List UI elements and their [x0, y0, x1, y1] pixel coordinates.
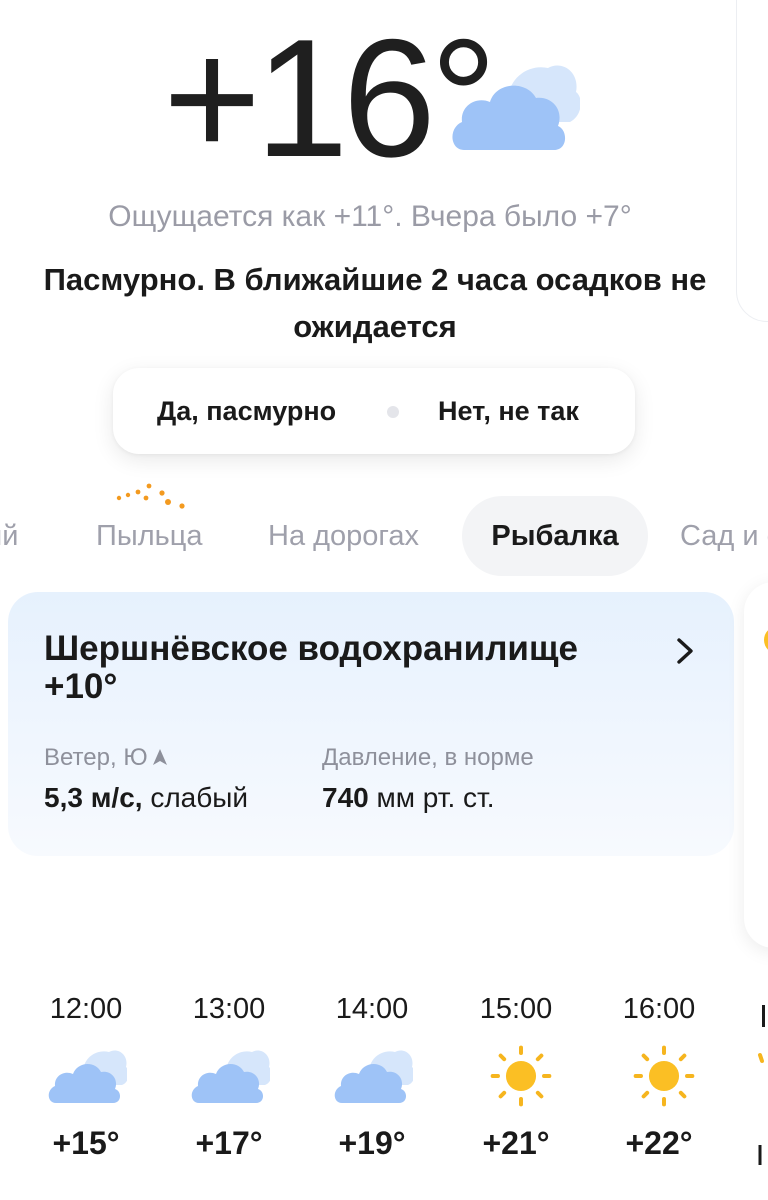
- tab-pollen[interactable]: Пыльца: [96, 496, 202, 576]
- wind-label: Ветер, Ю: [44, 744, 168, 772]
- deny-forecast-button[interactable]: Нет, не так: [438, 368, 579, 454]
- tab-partial-left[interactable]: ий: [0, 496, 18, 576]
- wind-description: слабый: [150, 782, 249, 813]
- pressure-label: Давление, в норме: [322, 744, 534, 771]
- hour-item: 15:00 +21°: [461, 985, 571, 1200]
- hour-temperature: +21°: [482, 1125, 550, 1161]
- partial-hour-marks: [758, 1005, 765, 1165]
- hour-time: 12:00: [49, 993, 123, 1025]
- wind-value: 5,3 м/с, слабый: [44, 782, 248, 814]
- hour-item: 12:00 +15°: [31, 985, 141, 1200]
- sun-icon: [490, 1045, 552, 1107]
- fishing-card-title: Шершнёвское водохранилище +10°: [44, 630, 644, 706]
- weather-summary: Пасмурно. В ближайшие 2 часа осадков не …: [43, 262, 707, 344]
- hour-time: 15:00: [479, 993, 553, 1025]
- cloudy-icon: [191, 1050, 270, 1103]
- pressure-value: 740 мм рт. ст.: [322, 782, 495, 814]
- feels-like-text: Ощущается как +11°. Вчера было +7°: [108, 200, 632, 233]
- water-temperature: +10°: [44, 667, 118, 706]
- fishing-place: Шершнёвское водохранилище: [44, 629, 578, 668]
- fishing-card[interactable]: Шершнёвское водохранилище +10° Ветер, Ю …: [8, 592, 734, 856]
- wind-speed: 5,3 м/с,: [44, 782, 143, 813]
- pressure-unit: мм рт. ст.: [376, 782, 495, 813]
- hour-temperature: +19°: [338, 1125, 406, 1161]
- next-card-partial[interactable]: [744, 582, 768, 948]
- confirm-cloudy-button[interactable]: Да, пасмурно: [157, 368, 336, 454]
- cloudy-icon: [334, 1050, 413, 1103]
- hourly-forecast: 12:00 +15° 13:00 +17° 14:00 +19° 15:00 +…: [0, 985, 768, 1200]
- hour-item: 13:00 +17°: [174, 985, 284, 1200]
- tab-roads[interactable]: На дорогах: [268, 496, 419, 576]
- feature-tabs: ий Пыльца На дорогах Рыбалка Сад и о: [0, 496, 768, 580]
- sun-icon: [764, 630, 768, 650]
- chevron-right-icon[interactable]: [672, 636, 698, 666]
- forecast-feedback: Да, пасмурно Нет, не так: [113, 368, 635, 454]
- hour-temperature: +17°: [195, 1125, 263, 1161]
- cloudy-icon: [48, 1050, 127, 1103]
- weather-page: +16° Ощущается как +11°. Вчера было +7° …: [0, 0, 768, 1200]
- hour-time: 16:00: [622, 993, 696, 1025]
- tab-fishing[interactable]: Рыбалка: [462, 496, 648, 576]
- hour-item-partial: [756, 985, 768, 1200]
- pressure-number: 740: [322, 782, 369, 813]
- wind-direction-icon: [152, 749, 167, 765]
- cloudy-icon: [452, 65, 580, 150]
- tab-garden[interactable]: Сад и о: [680, 496, 768, 576]
- hour-item: 16:00 +22°: [604, 985, 714, 1200]
- current-weather: +16°: [0, 0, 768, 190]
- hour-time: 13:00: [192, 993, 266, 1025]
- hour-item: 14:00 +19°: [317, 985, 427, 1200]
- separator-dot: [387, 406, 399, 418]
- hour-time: 14:00: [335, 993, 409, 1025]
- hour-temperature: +15°: [52, 1125, 120, 1161]
- current-temperature: +16°: [163, 4, 497, 192]
- hour-temperature: +22°: [625, 1125, 693, 1161]
- wind-direction-text: Ветер, Ю: [44, 744, 148, 771]
- sun-icon: [633, 1045, 695, 1107]
